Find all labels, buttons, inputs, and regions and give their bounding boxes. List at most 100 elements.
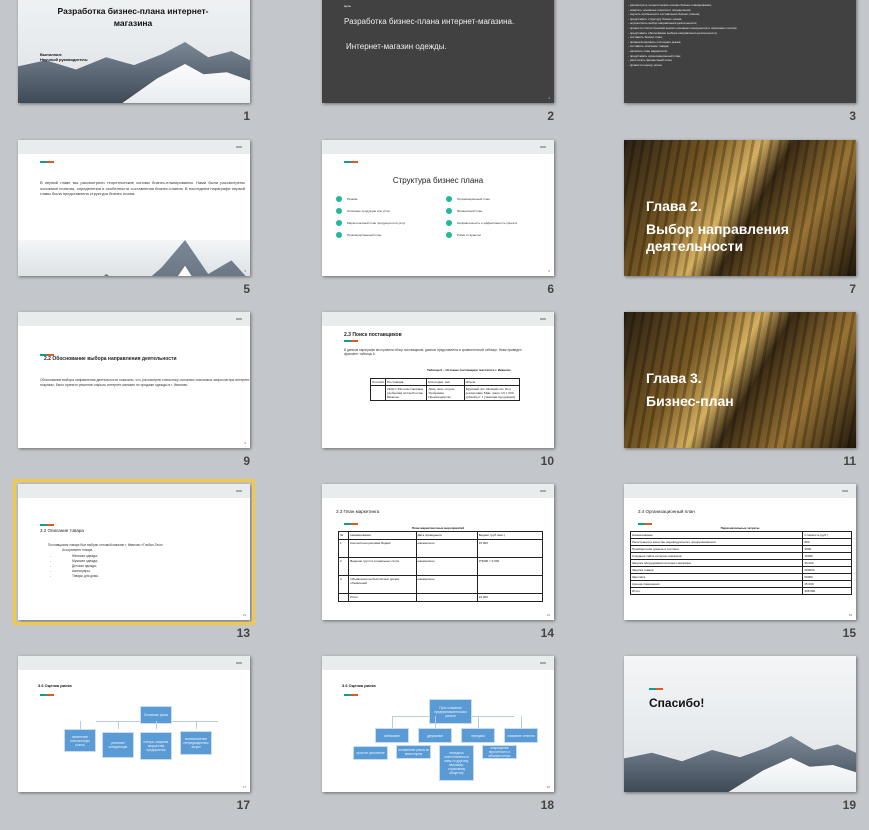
bullet-icon [446,232,452,238]
slide-text: В первой главе мы рассмотрели теоретичес… [40,180,245,196]
page-number: 5 [244,269,246,273]
diagram-child-box: передача [461,728,495,743]
table-row: Итого 24 000 [337,593,544,602]
slide-thumbnail-15[interactable]: 3.4 Организационный план Первоначальные з… [624,484,856,620]
table-cell: ежемесячно [415,539,478,558]
structure-item: Финансовый план [457,209,483,213]
table-cell [370,385,386,401]
slide-thumbnail-11[interactable]: Глава 3. Бизнес-план [624,312,856,448]
connector-line [435,716,436,728]
table-row: Регистрация в качестве индивидуального п… [629,538,852,546]
table-header-cell: Бюджет (руб./мес.) [476,531,544,540]
diagram-grandchild-box: передача ответственности кому-то другому… [439,745,474,781]
diagram-child-box: возникновение непредвиденных затрат [180,731,212,755]
accent-line [344,161,358,163]
slide-title: 3.6 Оценка риска [38,683,72,688]
page-number: 13 [242,613,246,617]
page-number: 15 [848,613,852,617]
data-table: № Наименование Дата проведения Бюджет (руб.… [337,531,544,602]
table-cell: Итого [348,593,417,602]
slide-number: 9 [243,454,250,468]
page-number: 2 [548,96,550,100]
table-cell: Крупный опт, Мелкий опт, Под реализацию … [463,385,521,401]
presenter-line: Научный руководитель: [40,57,89,62]
slide-text: Поставщиком товара был выбран оптовый ма… [48,543,164,547]
table-cell: 1 [337,539,350,558]
diagram-child-box: изменение конъюнктуры рынка [64,729,96,752]
connector-line [80,721,81,729]
structure-item: Организационный план [457,197,490,201]
accent-line [344,340,358,342]
slide-thumbnail-14[interactable]: 3.3 План маркетинга План маркетинговых ме… [322,484,554,620]
table-cell: Ведение групп в социальных сетях [348,557,417,576]
table-cell: Регистрация в качестве индивидуального п… [629,538,804,546]
slide-thumbnail-17[interactable]: 3.6 Оценка риска Основные риски изменение … [18,656,250,792]
structure-item: Производственный план [347,233,382,237]
table-row: Закупка оборудования интернет-магазина 35… [629,559,852,567]
slide-number: 10 [540,454,554,468]
slide-header-bar [322,140,554,154]
table-cell: 15000 [802,552,852,560]
slide-number: 5 [243,282,250,296]
bullet-icon [336,232,342,238]
slide-thumbnail-2[interactable]: Цель Разработка бизнес-плана интернет-маг… [322,0,554,103]
table-cell: Объявления на бесплатных досках объявлен… [348,575,417,594]
page-number: 18 [546,785,550,789]
table-row: Зарплата 60000 [629,573,852,581]
structure-item: Описание продукции или услуг [347,209,391,213]
data-table: Наименование Стоимость (руб.) Регистрация … [629,531,852,595]
accent-line [638,523,652,525]
slide-label: Цель [344,4,352,8]
slide-text: В данном параграфе мы провели обзор пост… [344,348,522,356]
slide-thumbnail-9[interactable]: 2.2 Обоснование выбора направления деяте… [18,312,250,448]
bullet-icon [336,208,342,214]
slide-number: 18 [540,798,554,812]
table-cell: 60000 [802,573,852,581]
list-item: - осуществить выбор направления деятельн… [628,21,698,26]
slide-number: 17 [236,798,250,812]
connector-line [521,716,522,728]
slide-thumbnail-6[interactable]: Структура бизнес плана Резюме Описание про… [322,140,554,276]
header-mark [842,490,848,492]
table-cell: ежемесячно [415,557,478,576]
slide-header-bar [18,312,250,326]
slide-title: 3.2 Описание товара [40,528,84,533]
table-row: Создание сайта интернет-магазина 15000 [629,552,852,560]
page-number: 17 [242,785,246,789]
mountain-range [18,240,250,276]
table-header-cell: Наименование [348,531,417,540]
slide-thumbnail-13[interactable]: 3.2 Описание товара Поставщиком товара бы… [13,479,255,625]
slide-thumbnail-5[interactable]: В первой главе мы рассмотрели теоретичес… [18,140,250,276]
slide-thumbnail-3[interactable]: - рассмотреть теоретические основы бизне… [624,0,856,103]
data-table: Логотип Поставщик Категория, тип Объем ООО С… [370,378,521,401]
diagram-child-box: удержание [418,728,452,743]
diagram-grandchild-box: оставление риска за инвестором [396,745,431,759]
accent-line [649,688,663,690]
list-item: - проанализировать состояние рынка; [628,39,682,44]
slide-thumbnail-10[interactable]: 2.3 Поиск поставщиков В данном параграфе … [322,312,554,448]
bullet-icon [446,220,452,226]
table-cell: 800 [802,538,852,546]
slide-header-bar [322,312,554,326]
table-header-cell: Поставщик [384,378,428,386]
table-cell: 25 000 [802,580,852,588]
table-caption: Таблица 6 – Оптовые поставщики текстиля … [427,368,511,372]
connector-line [118,721,119,729]
slide-thumbnail-19[interactable]: Спасибо! [624,656,856,792]
slide-thumbnail-18[interactable]: 3.6 Оценка риска Пути снижения предприним… [322,656,554,792]
table-header-cell: Объем [463,378,521,386]
list-item: - провести оценку риска. [628,62,663,67]
slide-thumbnail-1[interactable]: Разработка бизнес-плана интернет-магазин… [18,0,250,103]
diagram-grandchild-box: простое уклонение [353,746,388,760]
bullet-icon [336,196,342,202]
table-caption: Первоначальные затраты [720,526,760,530]
accent-line [40,524,54,526]
slide-header-bar [18,656,250,670]
header-mark [540,146,546,148]
table-cell [476,575,544,594]
list-item: - рассмотреть теоретические основы бизне… [628,3,712,7]
chapter-subtitle: Выбор направления деятельности [646,221,789,254]
slide-thumbnail-7[interactable]: Глава 2. Выбор направления деятельности [624,140,856,276]
slide-title: 3.3 План маркетинга [336,509,380,514]
table-cell: 2 [337,557,350,576]
